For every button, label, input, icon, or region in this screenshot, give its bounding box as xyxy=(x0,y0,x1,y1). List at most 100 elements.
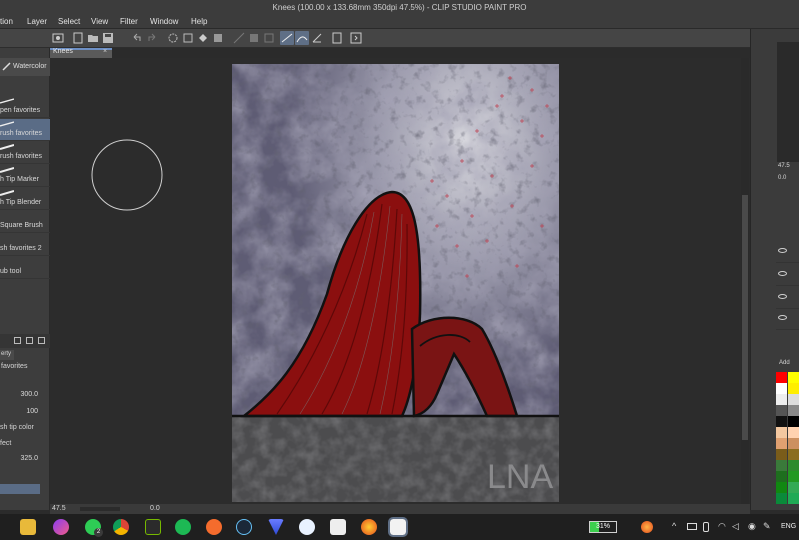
color-swatch[interactable] xyxy=(776,427,787,438)
opacity-value[interactable]: 100 xyxy=(26,408,38,415)
rotation-value[interactable]: 0.0 xyxy=(150,505,160,512)
brush-item-rush-favorites[interactable]: rush favorites xyxy=(0,142,50,164)
brush-item-rush-favorites-selected[interactable]: rush favorites xyxy=(0,119,50,141)
layer-row[interactable] xyxy=(776,308,799,330)
wifi-icon[interactable]: ◠ xyxy=(718,521,726,532)
density-row[interactable]: 325.0 xyxy=(0,452,50,468)
zoom-value[interactable]: 47.5 xyxy=(52,505,66,512)
pen-icon[interactable]: ✎ xyxy=(763,521,771,532)
color-swatch[interactable] xyxy=(788,460,799,471)
color-swatch[interactable] xyxy=(788,394,799,405)
artwork-canvas[interactable]: LNA xyxy=(232,64,559,502)
document-tab-close-icon[interactable]: × xyxy=(103,48,107,55)
battery-indicator[interactable]: 31% xyxy=(589,521,617,533)
sub-tool-header[interactable]: Watercolor xyxy=(0,58,50,76)
chrome-icon[interactable] xyxy=(113,519,129,535)
input-language[interactable]: ENG xyxy=(781,523,796,530)
menu-item-filter[interactable]: Filter xyxy=(120,17,138,26)
eye-icon[interactable] xyxy=(778,248,787,253)
color-swatch[interactable] xyxy=(776,449,787,460)
clip-studio-icon[interactable] xyxy=(330,31,344,45)
menu-item-select[interactable]: Select xyxy=(58,17,80,26)
layer-row[interactable] xyxy=(776,264,799,286)
brush-item-square-brush[interactable]: Square Brush xyxy=(0,211,50,233)
color-swatch[interactable] xyxy=(788,427,799,438)
delete-sub-tool-icon[interactable] xyxy=(38,337,45,344)
color-swatch[interactable] xyxy=(788,405,799,416)
volume-icon[interactable]: ◁ xyxy=(732,521,739,532)
transform-icon[interactable] xyxy=(232,31,246,45)
word-icon[interactable] xyxy=(299,519,315,535)
redo-icon[interactable] xyxy=(145,31,159,45)
menu-item-view[interactable]: View xyxy=(91,17,108,26)
color-swatch[interactable] xyxy=(776,372,787,383)
color-swatch[interactable] xyxy=(776,416,787,427)
steam-icon[interactable] xyxy=(236,519,252,535)
open-folder-icon[interactable] xyxy=(86,31,100,45)
clip-studio-paint-icon[interactable] xyxy=(388,517,408,537)
color-swatch[interactable] xyxy=(776,438,787,449)
nvidia-icon[interactable] xyxy=(145,519,161,535)
color-swatch[interactable] xyxy=(788,449,799,460)
tool-property-slider[interactable] xyxy=(0,484,40,494)
help-icon[interactable] xyxy=(349,31,363,45)
vpn-icon[interactable] xyxy=(268,519,284,535)
fill-icon[interactable] xyxy=(196,31,210,45)
mesh-transform-icon[interactable] xyxy=(247,31,261,45)
save-icon[interactable] xyxy=(101,31,115,45)
menu-item-help[interactable]: Help xyxy=(191,17,207,26)
eye-icon[interactable] xyxy=(778,294,787,299)
snap-to-grid-icon[interactable] xyxy=(310,31,324,45)
snap-to-ruler-icon[interactable] xyxy=(280,31,294,45)
gallery-icon[interactable] xyxy=(51,31,65,45)
brush-item-tip-blender[interactable]: h Tip Blender xyxy=(0,188,50,210)
menu-item-layer[interactable]: Layer xyxy=(27,17,47,26)
clear-icon[interactable] xyxy=(166,31,180,45)
navigator-preview[interactable] xyxy=(777,42,799,162)
new-file-icon[interactable] xyxy=(71,31,85,45)
navigator-rotation[interactable]: 0.0 xyxy=(778,175,786,181)
eye-icon[interactable] xyxy=(778,315,787,320)
opacity-row[interactable]: 100 xyxy=(0,405,50,421)
undo-icon[interactable] xyxy=(130,31,144,45)
selection-area-icon[interactable] xyxy=(262,31,276,45)
file-explorer-icon[interactable] xyxy=(20,519,36,535)
clip-studio-icon[interactable] xyxy=(330,519,346,535)
canvas-scroll-thumb[interactable] xyxy=(742,195,748,440)
layer-blend-mode[interactable]: Add xyxy=(779,360,790,366)
brush-size-row[interactable]: 300.0 xyxy=(0,388,50,404)
notification-app-icon[interactable] xyxy=(641,521,653,533)
chevron-up-icon[interactable]: ^ xyxy=(672,521,676,531)
origin-icon[interactable] xyxy=(206,519,222,535)
messenger-icon[interactable] xyxy=(53,519,69,535)
brush-size-value[interactable]: 300.0 xyxy=(20,391,38,398)
layer-row[interactable] xyxy=(776,241,799,263)
brush-item-favorites-2[interactable]: sh favorites 2 xyxy=(0,234,50,256)
color-swatch[interactable] xyxy=(788,438,799,449)
navigator-zoom[interactable]: 47.5 xyxy=(778,163,790,169)
snap-to-special-ruler-icon[interactable] xyxy=(295,31,309,45)
eye-icon[interactable] xyxy=(778,271,787,276)
color-swatch[interactable] xyxy=(776,493,787,504)
color-swatch[interactable] xyxy=(788,471,799,482)
brush-item-tip-marker[interactable]: h Tip Marker xyxy=(0,165,50,187)
copy-sub-tool-icon[interactable] xyxy=(14,337,21,344)
spotify-icon[interactable] xyxy=(175,519,191,535)
microphone-icon[interactable]: ◉ xyxy=(748,521,756,532)
phone-icon[interactable] xyxy=(703,522,709,532)
menu-item-window[interactable]: Window xyxy=(150,17,178,26)
brush-item-pen-favorites[interactable]: pen favorites xyxy=(0,96,50,118)
color-swatch[interactable] xyxy=(788,383,799,394)
color-swatch[interactable] xyxy=(788,493,799,504)
menu-item-function[interactable]: tion xyxy=(0,17,13,26)
density-value[interactable]: 325.0 xyxy=(20,455,38,462)
new-sub-tool-icon[interactable] xyxy=(26,337,33,344)
zoom-slider[interactable] xyxy=(80,507,120,511)
brush-item-sub-tool[interactable]: ub tool xyxy=(0,257,50,279)
color-swatch[interactable] xyxy=(776,460,787,471)
clear-outside-selection-icon[interactable] xyxy=(181,31,195,45)
color-swatch[interactable] xyxy=(776,394,787,405)
layer-row[interactable] xyxy=(776,287,799,309)
color-swatch[interactable] xyxy=(776,471,787,482)
color-swatch[interactable] xyxy=(776,482,787,493)
